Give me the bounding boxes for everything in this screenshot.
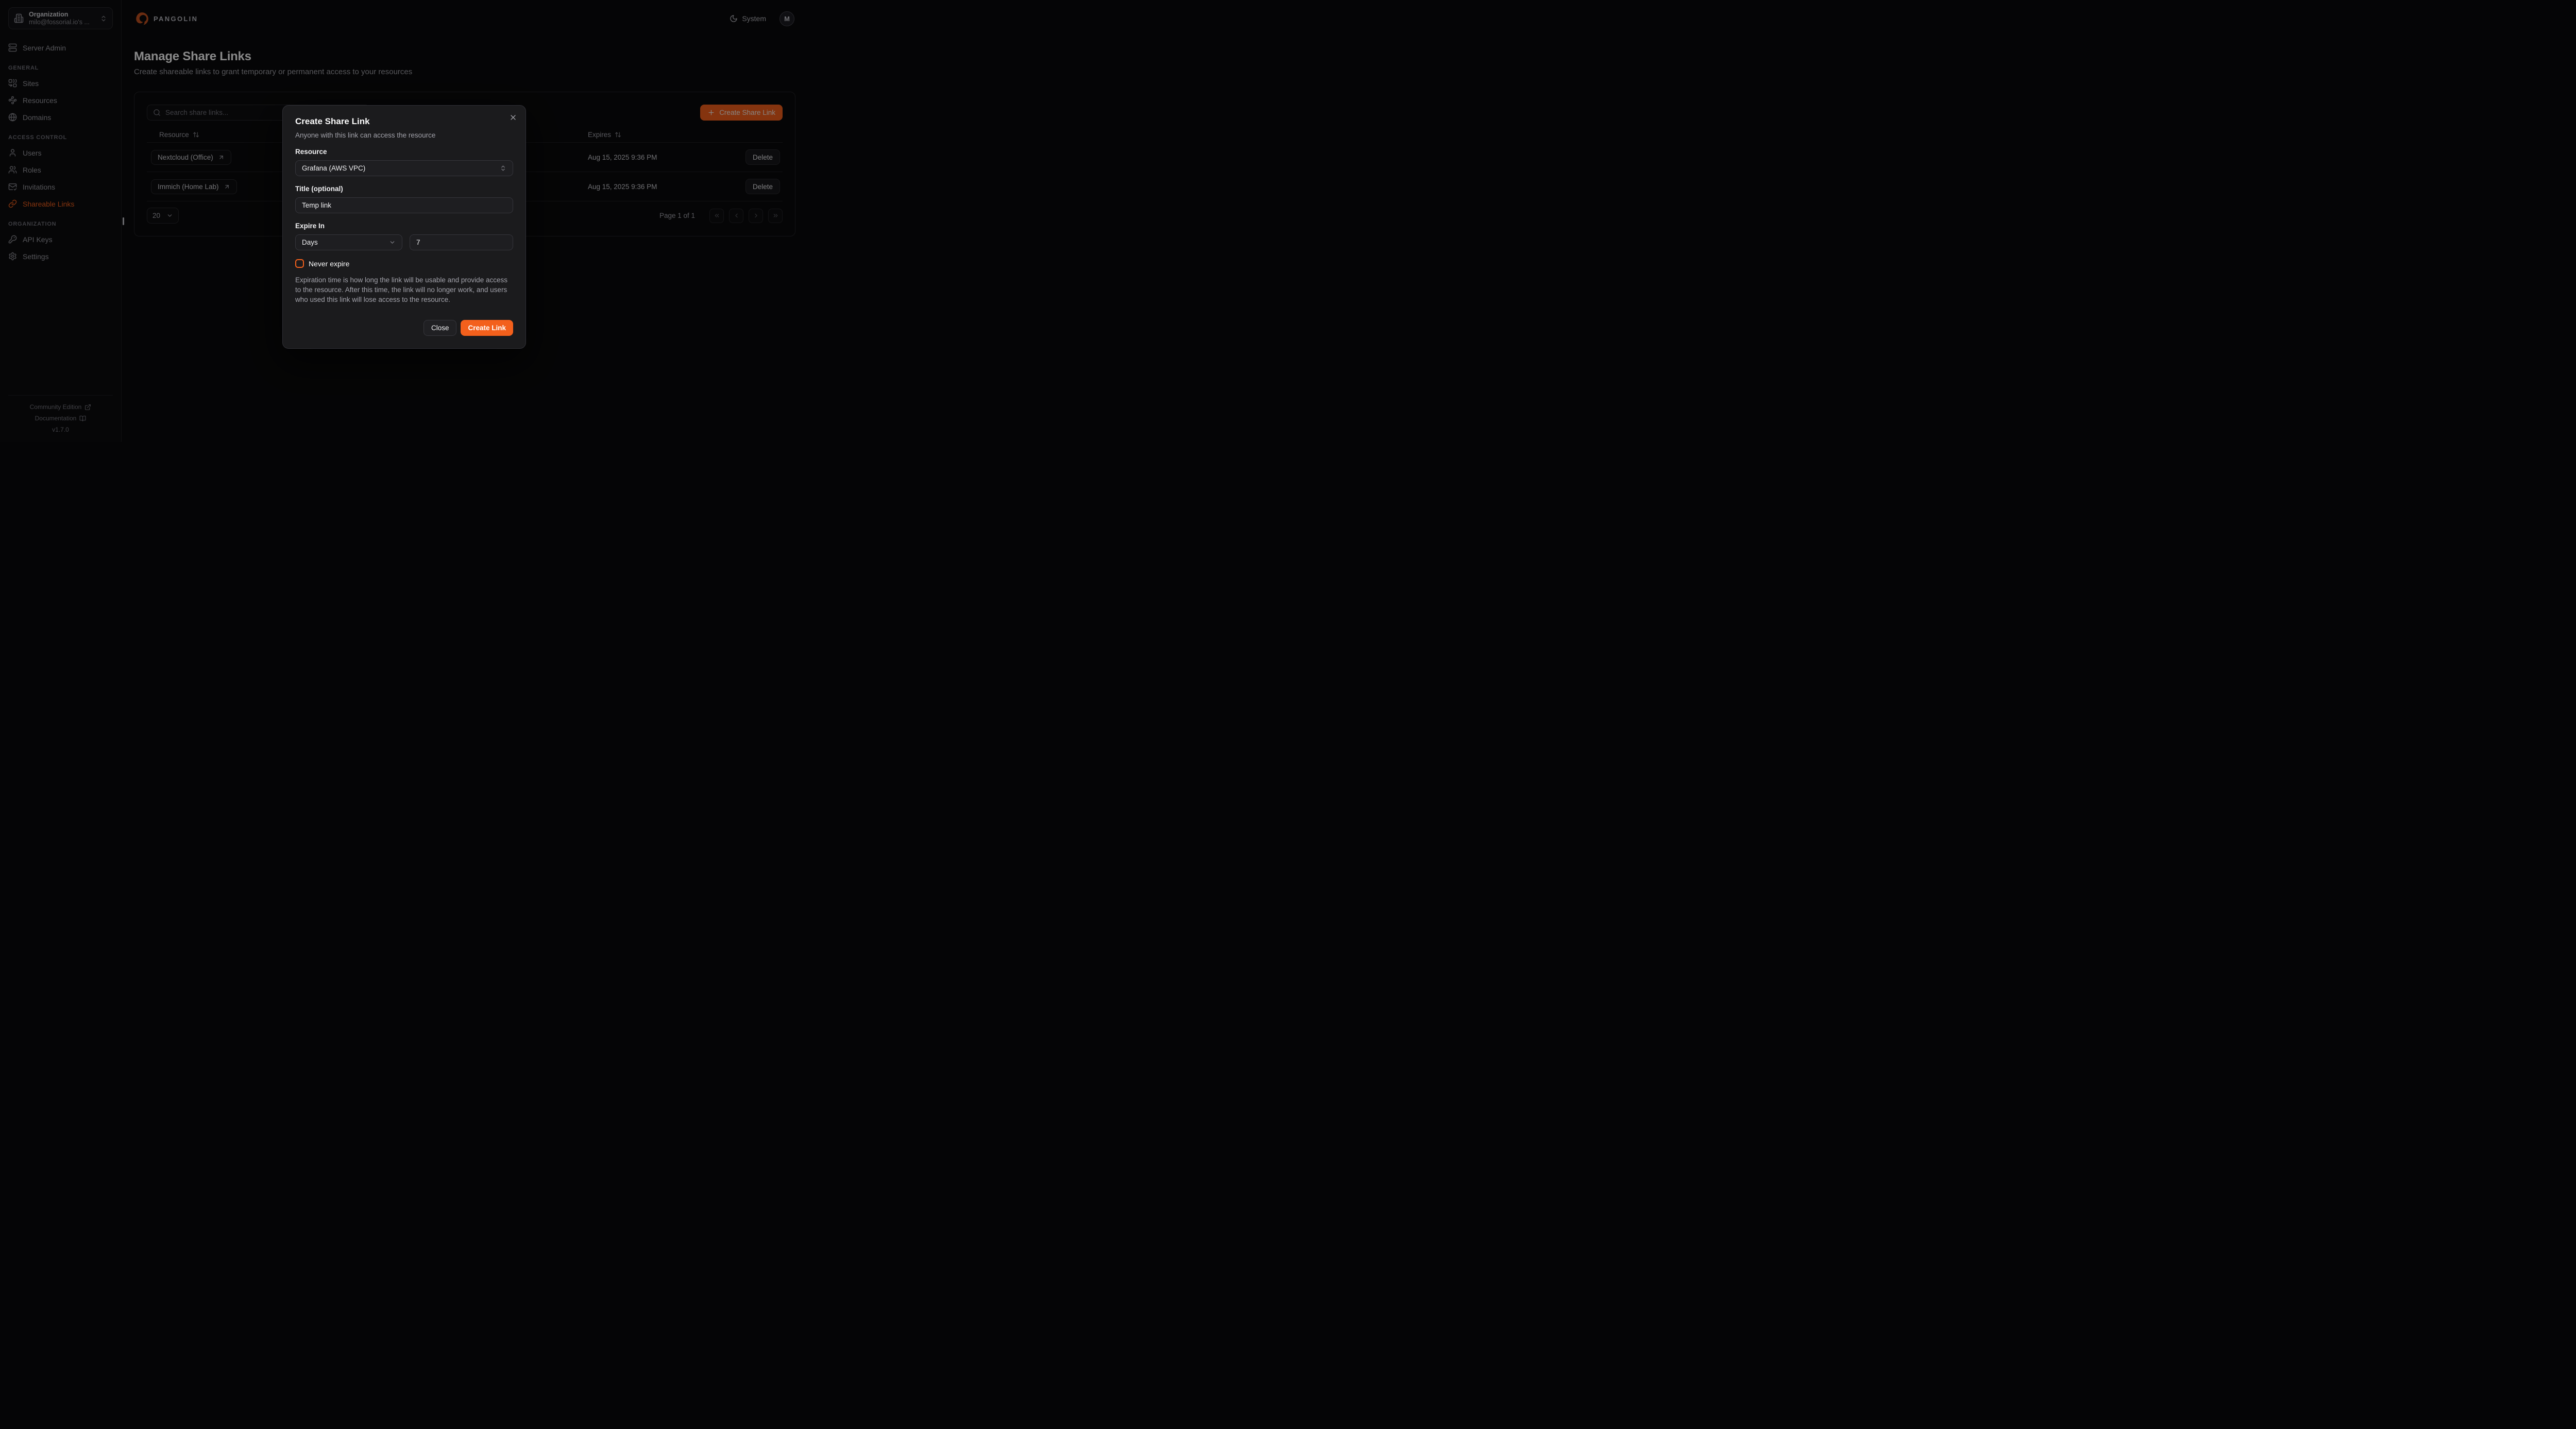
- never-expire-label: Never expire: [309, 260, 349, 268]
- chevron-down-icon: [389, 239, 396, 246]
- expiration-description: Expiration time is how long the link wil…: [295, 275, 513, 304]
- expire-unit-value: Days: [302, 239, 318, 246]
- title-field-label: Title (optional): [295, 185, 513, 193]
- close-icon[interactable]: [509, 113, 517, 122]
- resource-field-label: Resource: [295, 148, 513, 156]
- close-button[interactable]: Close: [423, 320, 457, 336]
- modal-title: Create Share Link: [295, 116, 513, 127]
- create-link-button[interactable]: Create Link: [461, 320, 513, 336]
- expire-field-label: Expire In: [295, 222, 513, 230]
- modal-actions: Close Create Link: [295, 320, 513, 336]
- expire-row: Days: [295, 230, 513, 250]
- chevrons-up-down-icon: [500, 165, 506, 172]
- modal-subtitle: Anyone with this link can access the res…: [295, 131, 513, 139]
- resource-select-value: Grafana (AWS VPC): [302, 164, 365, 172]
- title-input[interactable]: [295, 197, 513, 213]
- expire-unit-select[interactable]: Days: [295, 234, 402, 250]
- create-share-link-modal: Create Share Link Anyone with this link …: [282, 105, 526, 349]
- expire-value-input[interactable]: [410, 234, 513, 250]
- never-expire-row: Never expire: [295, 259, 513, 268]
- resource-select[interactable]: Grafana (AWS VPC): [295, 160, 513, 176]
- never-expire-checkbox[interactable]: [295, 259, 304, 268]
